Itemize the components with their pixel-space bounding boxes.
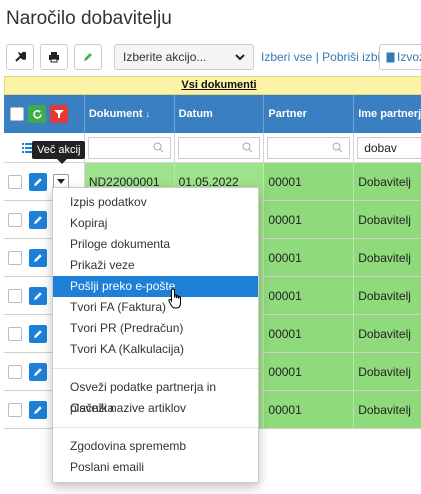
row-checkbox[interactable] <box>8 364 22 379</box>
search-icon <box>332 142 343 153</box>
action-select-value: Izberite akcijo... <box>123 50 207 64</box>
pencil-icon <box>34 215 42 224</box>
cell-partner: 00001 <box>264 315 355 352</box>
filter-datum[interactable] <box>177 136 261 159</box>
edit-row-button[interactable] <box>29 172 47 191</box>
cell-partner: 00001 <box>264 201 355 238</box>
pencil-icon <box>34 405 42 414</box>
action-select[interactable]: Izberite akcijo... <box>114 44 254 70</box>
pencil-icon <box>34 291 42 300</box>
cell-partner: 00001 <box>264 163 355 200</box>
filter-partner[interactable] <box>267 136 351 159</box>
menu-item[interactable]: Prikaži veze <box>53 255 258 276</box>
document-icon <box>386 52 395 62</box>
pencil-icon <box>34 177 42 186</box>
column-dokument[interactable]: Dokument ↓ <box>85 95 175 133</box>
cell-partner: 00001 <box>264 353 355 390</box>
more-actions-tooltip: Več akcij <box>32 141 86 164</box>
menu-item[interactable]: Kopiraj <box>53 213 258 234</box>
edit-row-button[interactable] <box>29 210 47 229</box>
cell-ime-partnerja: Dobavitelj <box>354 277 421 314</box>
link-separator: | <box>315 50 319 64</box>
cell-ime-partnerja: Dobavitelj <box>354 391 421 428</box>
cell-partner: 00001 <box>264 239 355 276</box>
grid-banner[interactable]: Vsi dokumenti <box>4 76 421 95</box>
row-checkbox[interactable] <box>8 288 22 303</box>
print-button[interactable] <box>40 44 68 70</box>
chevron-down-icon <box>235 54 245 61</box>
menu-item[interactable]: Priloge dokumenta <box>53 234 258 255</box>
menu-item[interactable]: Tvori FA (Faktura) <box>53 297 258 318</box>
refresh-button[interactable] <box>28 105 46 123</box>
filter-icon <box>54 110 64 118</box>
cell-partner: 00001 <box>264 277 355 314</box>
export-label: Izvoz <box>397 50 421 64</box>
row-checkbox[interactable] <box>8 402 22 417</box>
filter-ime-partnerja[interactable]: dobav <box>357 136 421 159</box>
edit-row-button[interactable] <box>29 400 47 419</box>
printer-icon <box>49 52 59 63</box>
column-datum[interactable]: Datum <box>175 95 265 133</box>
menu-item[interactable]: Tvori KA (Kalkulacija) <box>53 339 258 360</box>
row-checkbox[interactable] <box>8 212 22 227</box>
caret-down-icon <box>57 179 65 184</box>
hand-cursor-icon <box>168 288 181 309</box>
select-all-checkbox[interactable] <box>10 107 24 121</box>
wrench-button[interactable] <box>6 44 34 70</box>
menu-item[interactable]: Osveži nazive artiklov <box>53 398 258 419</box>
refresh-icon <box>32 109 42 119</box>
edit-row-button[interactable] <box>29 286 47 305</box>
menu-item[interactable]: Pošlji preko e-pošte <box>53 276 258 297</box>
row-checkbox[interactable] <box>8 174 22 189</box>
menu-item[interactable]: Izpis podatkov <box>53 192 258 213</box>
filter-dokument[interactable] <box>87 136 171 159</box>
pencil-icon <box>34 329 42 338</box>
export-button[interactable]: Izvoz <box>379 44 421 70</box>
select-all-link[interactable]: Izberi vse <box>261 50 312 64</box>
pencil-icon <box>84 53 92 61</box>
menu-item[interactable]: Tvori PR (Predračun) <box>53 318 258 339</box>
cell-partner: 00001 <box>264 391 355 428</box>
pencil-icon <box>34 253 42 262</box>
menu-divider <box>53 368 258 369</box>
edit-row-button[interactable] <box>29 324 47 343</box>
filter-button[interactable] <box>50 105 68 123</box>
grid-header: Dokument ↓ Datum Partner Ime partnerja <box>4 95 421 133</box>
row-checkbox[interactable] <box>8 250 22 265</box>
search-icon <box>242 142 253 153</box>
edit-row-button[interactable] <box>29 362 47 381</box>
menu-divider <box>53 427 258 428</box>
wrench-icon <box>15 51 26 62</box>
menu-item[interactable]: Osveži podatke partnerja in plačnika <box>53 377 258 415</box>
cell-ime-partnerja: Dobavitelj <box>354 353 421 390</box>
menu-item[interactable]: Poslani emaili <box>53 457 258 478</box>
more-actions-menu: Izpis podatkov Kopiraj Priloge dokumenta Pr… <box>52 187 259 483</box>
cell-ime-partnerja: Dobavitelj <box>354 163 421 200</box>
sort-desc-icon: ↓ <box>145 109 151 119</box>
cell-ime-partnerja: Dobavitelj <box>354 239 421 276</box>
cell-ime-partnerja: Dobavitelj <box>354 315 421 352</box>
toolbar: Izberite akcijo... Izberi vse | Pobriši … <box>6 44 421 70</box>
edit-row-button[interactable] <box>29 248 47 267</box>
menu-item[interactable]: Zgodovina sprememb <box>53 436 258 457</box>
column-ime-partnerja[interactable]: Ime partnerja <box>354 95 421 133</box>
selection-links: Izberi vse | Pobriši izbiro <box>261 50 391 64</box>
edit-button[interactable] <box>74 44 102 70</box>
column-partner[interactable]: Partner <box>264 95 355 133</box>
search-icon <box>153 142 163 153</box>
page-title: Naročilo dobavitelju <box>6 8 172 29</box>
row-checkbox[interactable] <box>8 326 22 341</box>
column-dokument-label: Dokument <box>88 108 143 120</box>
pencil-icon <box>34 367 42 376</box>
cell-ime-partnerja: Dobavitelj <box>354 201 421 238</box>
